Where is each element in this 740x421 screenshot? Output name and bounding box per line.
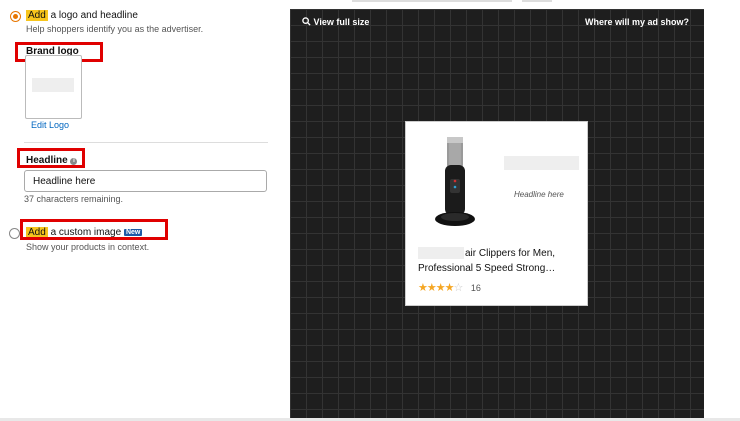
headline-chars-remaining: 37 characters remaining. [24, 194, 124, 204]
preview-headline: Headline here [514, 190, 564, 199]
edit-logo-link[interactable]: Edit Logo [31, 120, 69, 130]
ad-settings-panel: Add a logo and headline Help shoppers id… [0, 0, 290, 421]
right-margin [704, 0, 740, 421]
section-divider [24, 142, 268, 143]
brand-name-placeholder [418, 247, 464, 259]
option-title-text: a logo and headline [50, 10, 138, 21]
brand-logo-placeholder [504, 156, 579, 170]
star-icon: ★ [444, 282, 455, 294]
star-rating: ★★★★☆ 16 [418, 278, 481, 296]
star-empty-icon: ☆ [453, 282, 464, 294]
preview-top-strip [290, 0, 704, 9]
logo-headline-description: Help shoppers identify you as the advert… [26, 24, 204, 34]
add-highlight: Add [26, 10, 48, 21]
where-will-my-ad-show-link[interactable]: Where will my ad show? [585, 17, 689, 27]
review-count: 16 [470, 283, 481, 293]
star-icon: ★ [426, 282, 437, 294]
annotation-box-custom-image [20, 219, 168, 240]
annotation-box-headline [17, 148, 85, 168]
brand-logo-preview[interactable] [25, 55, 82, 119]
product-title-line2: Professional 5 Speed Strong… [418, 263, 556, 274]
magnifier-icon [302, 17, 311, 26]
headline-input[interactable]: Headline here [24, 170, 267, 192]
product-title-line1: air Clippers for Men, [465, 248, 556, 259]
custom-image-radio[interactable] [9, 228, 20, 239]
logo-headline-option-title: Add a logo and headline [26, 10, 138, 21]
logo-headline-radio[interactable] [10, 11, 21, 22]
star-icon: ★ [435, 282, 446, 294]
ad-preview-card[interactable]: Headline here air Clippers for Men, Prof… [405, 121, 588, 306]
star-icon: ★ [418, 282, 428, 294]
product-image [435, 137, 475, 226]
view-full-size-link[interactable]: View full size [302, 17, 369, 27]
view-full-size-text: View full size [313, 17, 370, 27]
custom-image-description: Show your products in context. [26, 242, 150, 252]
